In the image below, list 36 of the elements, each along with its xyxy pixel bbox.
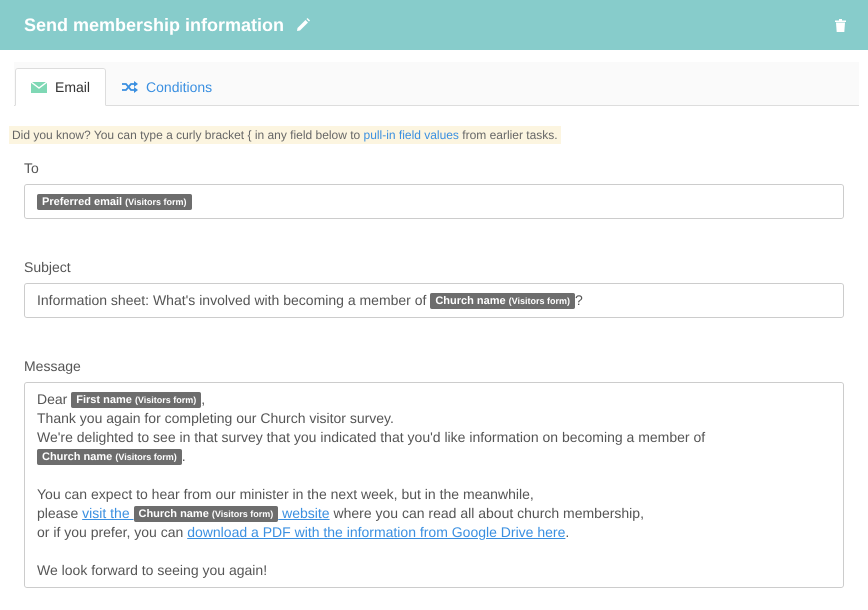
text: .	[565, 524, 570, 540]
field-token[interactable]: Church name (Visitors form)	[430, 293, 576, 310]
field-token[interactable]: First name (Visitors form)	[71, 392, 202, 408]
tab[interactable]: Email	[15, 68, 106, 106]
field-label: Subject	[24, 259, 72, 275]
task-title: Send membership information	[24, 14, 284, 36]
link[interactable]: website	[278, 505, 330, 521]
text: where you can read all about church membership,	[332, 505, 644, 521]
text: Information sheet: What's involved with becoming a member of	[37, 292, 428, 308]
field-token[interactable]: Church name (Visitors form)	[134, 506, 278, 522]
tab[interactable]: Conditions	[106, 68, 228, 106]
text: Dear	[37, 391, 68, 407]
envelope-icon	[31, 82, 47, 92]
link[interactable]: visit the	[82, 505, 134, 521]
edit-icon[interactable]	[296, 18, 310, 32]
input-field[interactable]: Preferred email (Visitors form)	[24, 184, 844, 219]
hint-text: Did you know? You can type a curly bracket { in any field below to pull-in field values from earlier tasks.	[9, 126, 561, 144]
field-token[interactable]: Church name (Visitors form)	[37, 449, 182, 466]
text: We're delighted to see in that survey that you indicated that you'd like information on becoming a member of	[37, 429, 706, 445]
text: or if you prefer, you can	[37, 524, 184, 540]
text: .	[182, 448, 186, 464]
input-field[interactable]	[24, 382, 844, 588]
link[interactable]: download a PDF with the information from Google Drive here	[187, 524, 566, 540]
text: Thank you again for completing our Church visitor survey.	[37, 410, 394, 426]
help-link[interactable]: pull-in field values	[364, 128, 459, 142]
field-label: To	[24, 160, 40, 176]
text: We look forward to seeing you again!	[37, 562, 268, 578]
text: ?	[575, 292, 583, 308]
field-label: Message	[24, 358, 82, 374]
shuffle-icon	[122, 81, 138, 93]
input-field[interactable]: Information sheet: What's involved with becoming a member of Church name (Visitors form) ?	[24, 283, 844, 318]
field-token[interactable]: Preferred email (Visitors form)	[37, 194, 192, 210]
text: ,	[201, 391, 206, 407]
text: You can expect to hear from our minister in the next week, but in the meanwhile,	[37, 486, 534, 502]
trash-icon[interactable]	[835, 18, 846, 32]
text: please	[37, 505, 80, 521]
